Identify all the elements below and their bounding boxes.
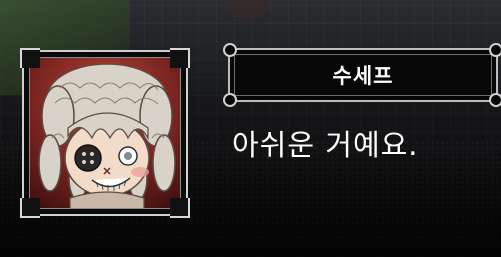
frame-corner-ornament (170, 198, 190, 218)
character-portrait-frame (20, 48, 190, 218)
frame-corner-ornament (170, 48, 190, 68)
character-portrait (29, 57, 181, 209)
frame-corner-ornament (20, 198, 40, 218)
frame-corner-ornament (20, 48, 40, 68)
speaker-name: 수세프 (332, 64, 394, 88)
dialogue-text[interactable]: 아쉬운 거예요. (232, 122, 497, 172)
game-scene: 수세프 아쉬운 거예요. (0, 0, 501, 257)
speaker-nameplate: 수세프 (223, 43, 501, 107)
doll-girl-portrait-icon (38, 63, 176, 208)
